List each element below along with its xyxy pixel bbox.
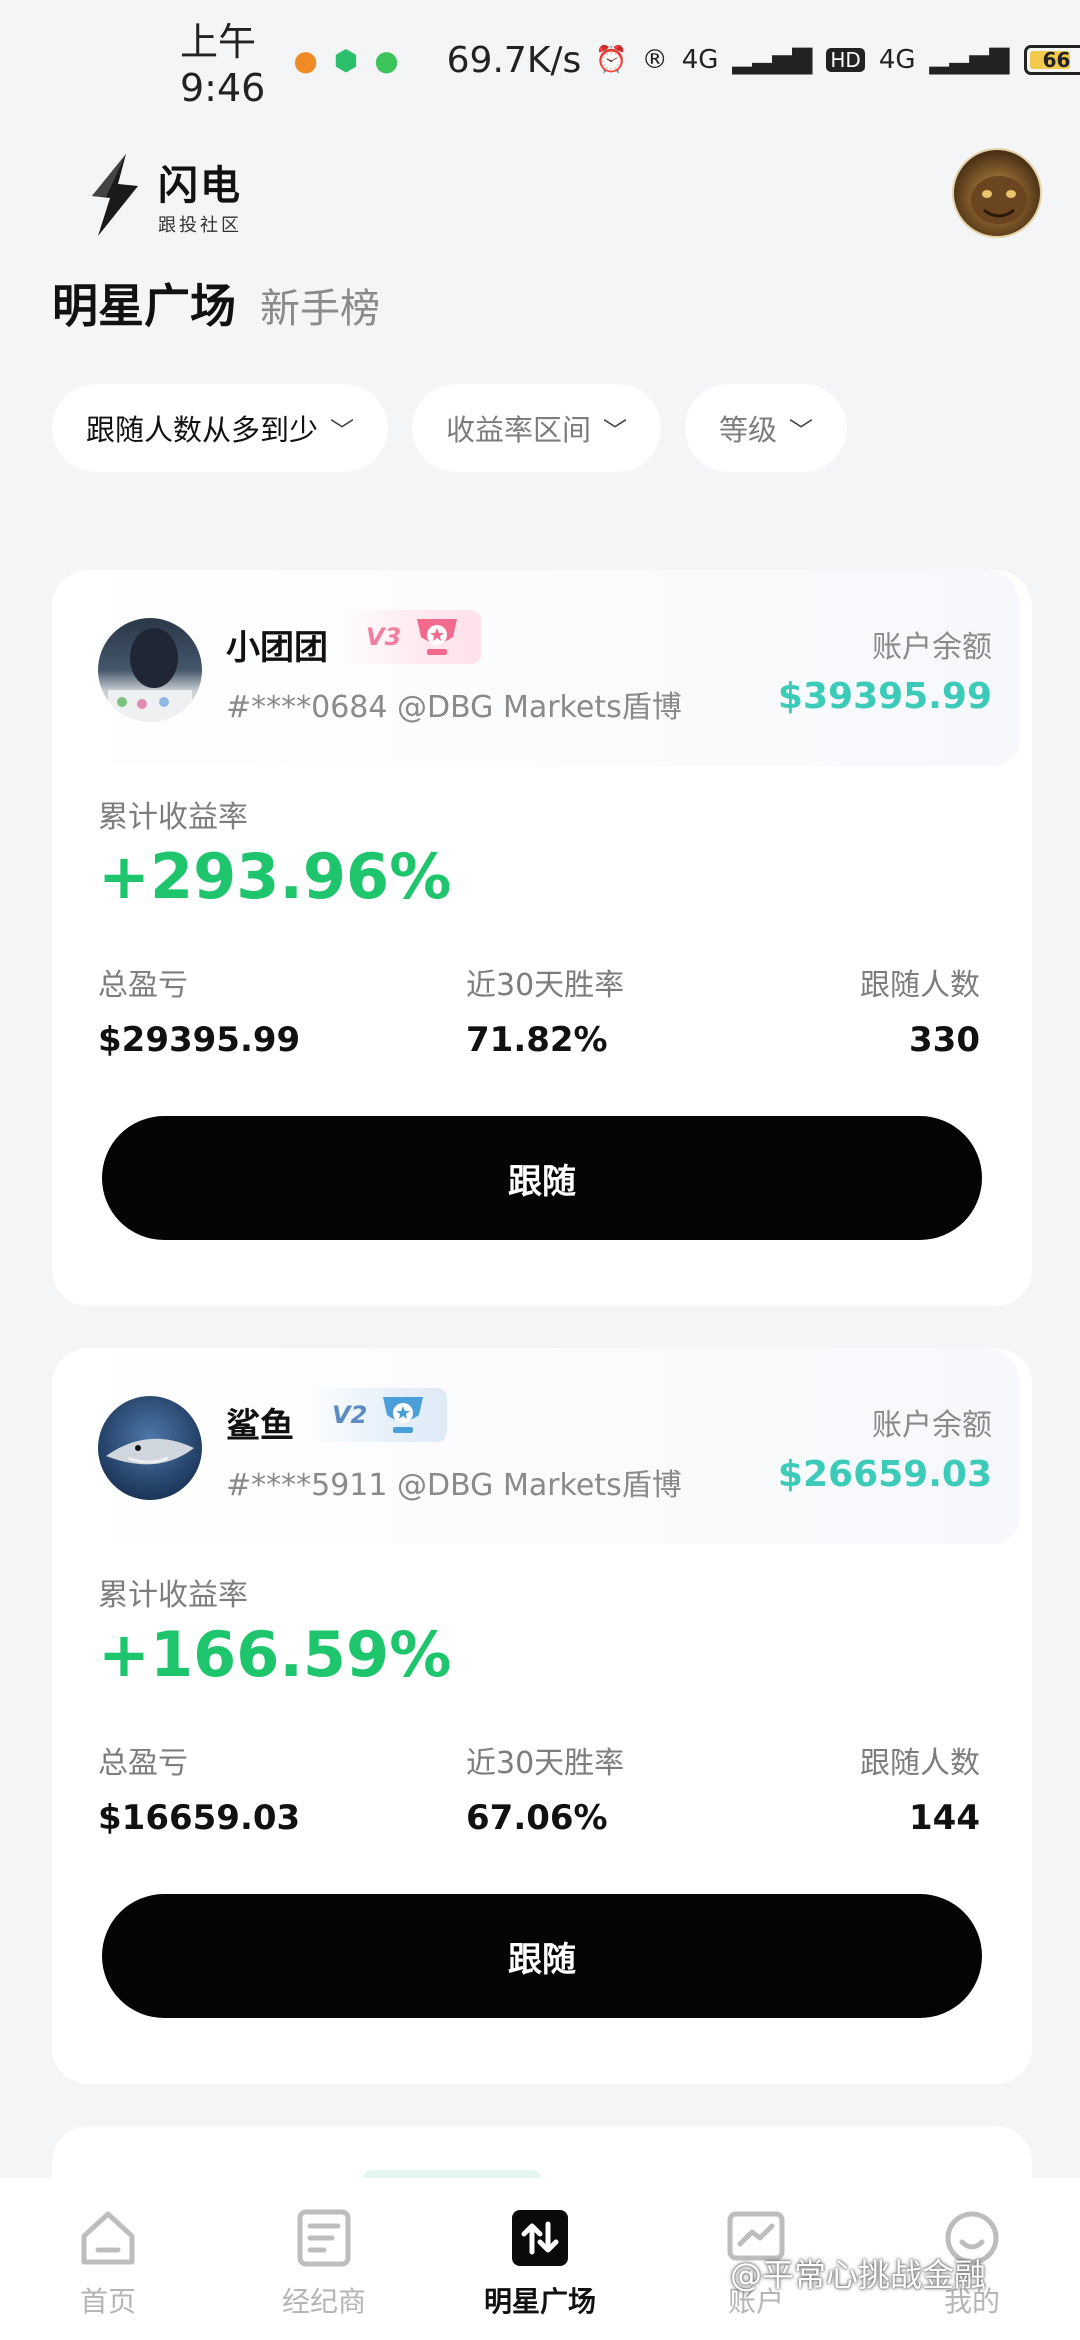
total-pnl-value: $16659.03 [98, 1798, 301, 1838]
user-avatar-button[interactable] [952, 148, 1042, 238]
logo-subtitle: 跟投社区 [158, 215, 242, 236]
home-icon [81, 2211, 135, 2265]
signal-icon: ▂▃▅▇ [732, 45, 813, 75]
cumulative-return-value: +166.59% [98, 1618, 452, 1691]
logo-title: 闪电 [158, 163, 242, 209]
status-time: 上午9:46 [180, 19, 266, 110]
trader-name: 鲨鱼 [226, 1406, 294, 1446]
follow-button[interactable]: 跟随 [102, 1116, 982, 1240]
level-badge: V2 [308, 1388, 448, 1442]
follow-button[interactable]: 跟随 [102, 1894, 982, 2018]
followers-value: 330 [909, 1020, 980, 1060]
trader-account-id: #****0684 @DBG Markets盾博 [226, 690, 682, 725]
battery-level: 66 [1042, 48, 1071, 72]
filter-return-range[interactable]: 收益率区间 ﹀ [412, 384, 662, 472]
cumulative-return-value: +293.96% [98, 840, 452, 913]
followers-label: 跟随人数 [860, 1746, 980, 1781]
alarm-icon: ⏰ [595, 45, 628, 75]
cumulative-return-label: 累计收益率 [98, 800, 248, 835]
network-type-1: 4G [681, 45, 719, 75]
total-pnl-label: 总盈亏 [98, 1746, 188, 1781]
filter-level[interactable]: 等级 ﹀ [685, 384, 848, 472]
trader-card: 小团团 V3 #****0684 @DBG Markets盾博 账户余额 $39… [52, 570, 1032, 1306]
balance-value: $39395.99 [777, 676, 992, 717]
nav-label: 明星广场 [483, 2285, 596, 2318]
chevron-down-icon: ﹀ [330, 416, 355, 445]
followers-label: 跟随人数 [860, 968, 980, 1003]
balance-label: 账户余额 [872, 630, 992, 665]
filter-bar: 跟随人数从多到少 ﹀ 收益率区间 ﹀ 等级 ﹀ [52, 384, 848, 472]
hd-badge: HD [826, 48, 865, 72]
total-pnl-value: $29395.99 [98, 1020, 301, 1060]
chevron-down-icon: ﹀ [789, 416, 814, 445]
network-speed: 69.7K/s [446, 39, 582, 81]
trader-account-id: #****5911 @DBG Markets盾博 [226, 1468, 682, 1503]
trader-name: 小团团 [226, 628, 328, 668]
avatar-image [108, 628, 192, 722]
trophy-icon [417, 619, 458, 655]
battery-icon: 66 [1023, 45, 1080, 75]
tab-newbie-list[interactable]: 新手榜 [260, 276, 380, 334]
avatar-image [106, 1438, 194, 1465]
followers-value: 144 [909, 1798, 980, 1838]
trader-card: 鲨鱼 V2 #****5911 @DBG Markets盾博 账户余额 $266… [52, 1348, 1032, 2084]
wechat-icon: ● [374, 43, 399, 77]
registered-icon: ® [641, 45, 668, 75]
filter-label: 跟随人数从多到少 [86, 413, 319, 447]
cumulative-return-label: 累计收益率 [98, 1578, 248, 1613]
shield-icon: ⬢ [333, 43, 359, 77]
network-type-2: 4G [878, 45, 916, 75]
nav-label: 经纪商 [281, 2285, 366, 2318]
nav-home[interactable]: 首页 [18, 2206, 198, 2320]
app-notification-icon: ● [293, 43, 318, 77]
win-rate-label: 近30天胜率 [466, 1746, 625, 1781]
level-text: V2 [332, 1401, 368, 1429]
avatar-image [971, 176, 1027, 224]
filter-sort-followers[interactable]: 跟随人数从多到少 ﹀ [52, 384, 389, 472]
lightning-logo-icon [92, 154, 138, 236]
broker-icon [297, 2209, 351, 2267]
trader-avatar[interactable] [98, 618, 202, 722]
filter-label: 等级 [719, 413, 778, 447]
signal-icon-2: ▂▃▅▇ [929, 45, 1010, 75]
chevron-down-icon: ﹀ [603, 416, 628, 445]
total-pnl-label: 总盈亏 [98, 968, 188, 1003]
trader-avatar[interactable] [98, 1396, 202, 1500]
balance-value: $26659.03 [777, 1454, 992, 1495]
level-text: V3 [366, 623, 402, 651]
balance-label: 账户余额 [872, 1408, 992, 1443]
level-badge: V3 [342, 610, 482, 664]
nav-broker[interactable]: 经纪商 [234, 2206, 414, 2320]
trophy-icon [383, 1397, 424, 1433]
tab-star-square[interactable]: 明星广场 [52, 270, 236, 336]
status-bar: 上午9:46 ● ⬢ ● 69.7K/s ⏰ ® 4G ▂▃▅▇ HD 4G ▂… [0, 0, 1080, 120]
win-rate-label: 近30天胜率 [466, 968, 625, 1003]
star-square-icon [512, 2210, 568, 2266]
win-rate-value: 71.82% [466, 1020, 608, 1060]
page-tabs: 明星广场 新手榜 [52, 270, 380, 336]
nav-star-square[interactable]: 明星广场 [450, 2206, 630, 2320]
watermark: @平常心挑战金融 [730, 2256, 987, 2294]
filter-label: 收益率区间 [446, 413, 592, 447]
win-rate-value: 67.06% [466, 1798, 608, 1838]
app-logo: 闪电 跟投社区 [80, 152, 242, 238]
nav-label: 首页 [79, 2285, 136, 2318]
